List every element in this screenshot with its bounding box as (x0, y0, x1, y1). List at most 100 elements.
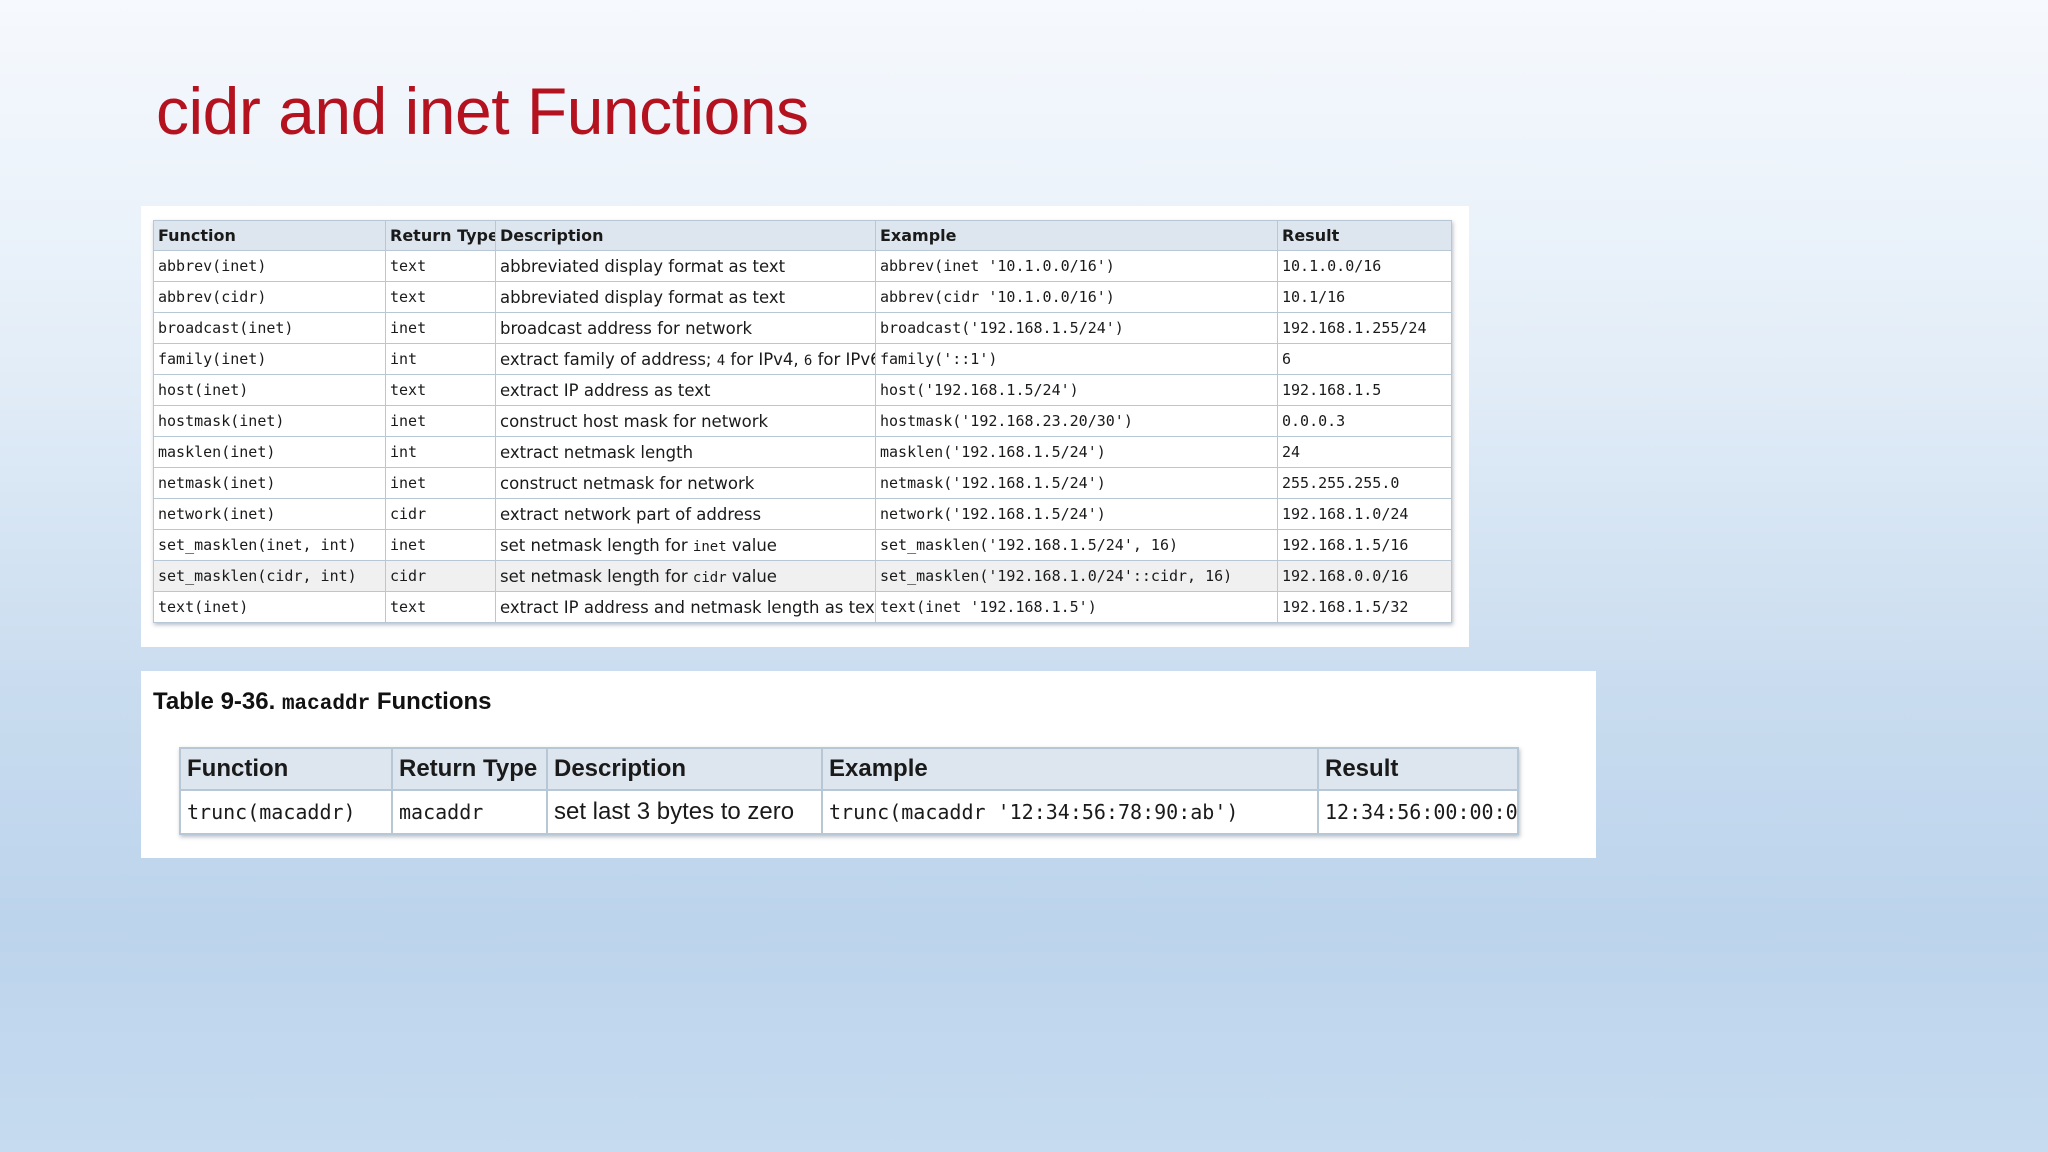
description-text: extract family of address; (500, 349, 717, 369)
function-cell: set_masklen(inet, int) (153, 529, 386, 561)
result-cell: 192.168.1.0/24 (1277, 498, 1452, 530)
description-cell: extract network part of address (495, 498, 876, 530)
table-row: hostmask(inet) inet construct host mask … (153, 405, 1452, 437)
result-cell: 255.255.255.0 (1277, 467, 1452, 499)
header-function: Function (179, 747, 393, 791)
result-cell: 24 (1277, 436, 1452, 468)
function-cell: network(inet) (153, 498, 386, 530)
function-cell: text(inet) (153, 591, 386, 623)
example-cell: network('192.168.1.5/24') (875, 498, 1278, 530)
description-text: for IPv6 (812, 349, 876, 369)
header-return-type: Return Type (385, 220, 496, 251)
table-row: abbrev(cidr) text abbreviated display fo… (153, 281, 1452, 313)
description-text: set netmask length for (500, 566, 693, 586)
return-type-cell: text (385, 281, 496, 313)
table-header-row: Function Return Type Description Example… (153, 220, 1452, 251)
return-type-cell: text (385, 374, 496, 406)
description-text: value (726, 535, 777, 555)
example-cell: broadcast('192.168.1.5/24') (875, 312, 1278, 344)
result-cell: 192.168.1.5 (1277, 374, 1452, 406)
function-cell: host(inet) (153, 374, 386, 406)
result-cell: 192.168.1.255/24 (1277, 312, 1452, 344)
header-description: Description (495, 220, 876, 251)
table-row: abbrev(inet) text abbreviated display fo… (153, 250, 1452, 282)
table-row: host(inet) text extract IP address as te… (153, 374, 1452, 406)
caption-code: macaddr (281, 693, 371, 716)
example-cell: family('::1') (875, 343, 1278, 375)
description-text: value (726, 566, 777, 586)
description-text: for IPv4, (725, 349, 804, 369)
header-return-type: Return Type (391, 747, 548, 791)
function-cell: masklen(inet) (153, 436, 386, 468)
description-cell: abbreviated display format as text (495, 250, 876, 282)
example-cell: set_masklen('192.168.1.5/24', 16) (875, 529, 1278, 561)
table-row: network(inet) cidr extract network part … (153, 498, 1452, 530)
macaddr-functions-table: Function Return Type Description Example… (179, 747, 1519, 835)
function-cell: broadcast(inet) (153, 312, 386, 344)
example-cell: abbrev(cidr '10.1.0.0/16') (875, 281, 1278, 313)
inline-code: inet (692, 538, 727, 555)
result-cell: 0.0.0.3 (1277, 405, 1452, 437)
header-example: Example (821, 747, 1319, 791)
slide-title: cidr and inet Functions (156, 74, 809, 148)
return-type-cell: macaddr (391, 789, 548, 835)
table-row-highlighted: set_masklen(cidr, int) cidr set netmask … (153, 560, 1452, 592)
function-cell: abbrev(cidr) (153, 281, 386, 313)
description-cell: set netmask length for inet value (495, 529, 876, 561)
result-cell: 192.168.1.5/32 (1277, 591, 1452, 623)
description-cell: extract IP address and netmask length as… (495, 591, 876, 623)
description-text: set netmask length for (500, 535, 693, 555)
result-cell: 192.168.0.0/16 (1277, 560, 1452, 592)
description-cell: extract IP address as text (495, 374, 876, 406)
inet-functions-table-panel: Function Return Type Description Example… (141, 206, 1469, 647)
return-type-cell: inet (385, 405, 496, 437)
return-type-cell: int (385, 436, 496, 468)
inline-code: 4 (716, 352, 726, 369)
result-cell: 6 (1277, 343, 1452, 375)
result-cell: 10.1/16 (1277, 281, 1452, 313)
example-cell: hostmask('192.168.23.20/30') (875, 405, 1278, 437)
function-cell: trunc(macaddr) (179, 789, 393, 835)
function-cell: family(inet) (153, 343, 386, 375)
table-row: masklen(inet) int extract netmask length… (153, 436, 1452, 468)
table-row: netmask(inet) inet construct netmask for… (153, 467, 1452, 499)
description-cell: extract family of address; 4 for IPv4, 6… (495, 343, 876, 375)
description-cell: construct netmask for network (495, 467, 876, 499)
example-cell: abbrev(inet '10.1.0.0/16') (875, 250, 1278, 282)
return-type-cell: cidr (385, 498, 496, 530)
header-example: Example (875, 220, 1278, 251)
return-type-cell: text (385, 250, 496, 282)
function-cell: abbrev(inet) (153, 250, 386, 282)
header-function: Function (153, 220, 386, 251)
function-cell: netmask(inet) (153, 467, 386, 499)
result-cell: 10.1.0.0/16 (1277, 250, 1452, 282)
example-cell: set_masklen('192.168.1.0/24'::cidr, 16) (875, 560, 1278, 592)
description-cell: abbreviated display format as text (495, 281, 876, 313)
result-cell: 192.168.1.5/16 (1277, 529, 1452, 561)
header-result: Result (1277, 220, 1452, 251)
return-type-cell: inet (385, 312, 496, 344)
header-description: Description (546, 747, 823, 791)
description-cell: set last 3 bytes to zero (546, 789, 823, 835)
header-result: Result (1317, 747, 1519, 791)
example-cell: text(inet '192.168.1.5') (875, 591, 1278, 623)
macaddr-functions-panel: Table 9-36. macaddr Functions Function R… (141, 671, 1596, 858)
table-row: trunc(macaddr) macaddr set last 3 bytes … (179, 789, 1519, 835)
inet-functions-table: Function Return Type Description Example… (153, 220, 1452, 623)
description-cell: broadcast address for network (495, 312, 876, 344)
table-row: broadcast(inet) inet broadcast address f… (153, 312, 1452, 344)
return-type-cell: int (385, 343, 496, 375)
inline-code: cidr (692, 569, 727, 586)
function-cell: set_masklen(cidr, int) (153, 560, 386, 592)
example-cell: masklen('192.168.1.5/24') (875, 436, 1278, 468)
table-header-row: Function Return Type Description Example… (179, 747, 1519, 791)
table-row: set_masklen(inet, int) inet set netmask … (153, 529, 1452, 561)
table-caption: Table 9-36. macaddr Functions (153, 688, 492, 716)
caption-prefix: Table 9-36. (153, 688, 282, 715)
result-cell: 12:34:56:00:00:00 (1317, 789, 1519, 835)
caption-suffix: Functions (370, 688, 492, 715)
example-cell: trunc(macaddr '12:34:56:78:90:ab') (821, 789, 1319, 835)
return-type-cell: cidr (385, 560, 496, 592)
description-cell: set netmask length for cidr value (495, 560, 876, 592)
return-type-cell: text (385, 591, 496, 623)
